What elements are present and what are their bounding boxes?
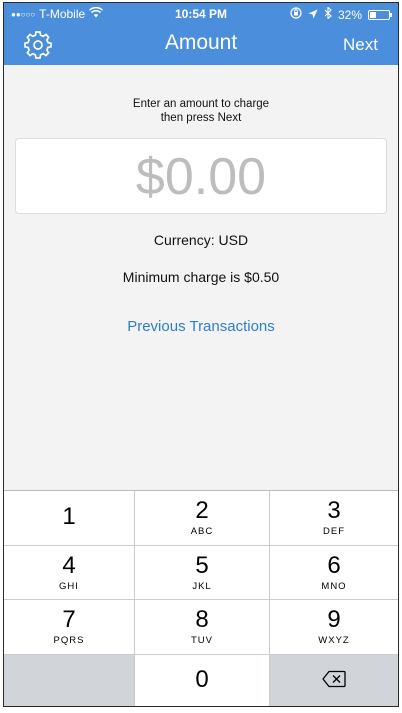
instruction-text: Enter an amount to charge then press Nex… [4, 97, 398, 125]
key-2[interactable]: 2 ABC [135, 491, 269, 545]
status-right: 32% [290, 6, 392, 22]
key-8[interactable]: 8 TUV [135, 600, 269, 654]
key-number: 8 [195, 606, 209, 634]
key-3[interactable]: 3 DEF [270, 491, 398, 545]
battery-icon [368, 9, 392, 20]
page-title: Amount [164, 31, 238, 54]
key-number: 9 [327, 606, 341, 634]
battery-percent: 32% [337, 7, 362, 22]
location-icon [308, 8, 318, 22]
nav-bar: Amount Next [4, 25, 398, 65]
key-letters: GHI [59, 580, 79, 592]
status-bar: ●●○○○ T-Mobile 10:54 PM 32% [4, 3, 398, 25]
key-5[interactable]: 5 JKL [135, 545, 269, 599]
key-letters: MNO [321, 580, 347, 592]
backspace-icon [322, 670, 346, 693]
delete-key[interactable] [270, 654, 398, 706]
numeric-keypad: 1 2 ABC 3 DEF 4 GHI 5 JKL 6 MNO 7 PQRS 8 [4, 490, 398, 706]
key-number: 3 [327, 497, 341, 525]
key-letters: WXYZ [318, 635, 350, 647]
previous-transactions-link[interactable]: Previous Transactions [4, 318, 398, 335]
key-letters: DEF [323, 526, 345, 538]
key-number: 0 [195, 666, 209, 694]
minimum-charge-label: Minimum charge is $0.50 [122, 269, 280, 285]
key-4[interactable]: 4 GHI [4, 545, 134, 599]
key-number: 4 [62, 551, 76, 579]
amount-value: $0.00 [135, 148, 267, 206]
key-number: 5 [195, 551, 209, 579]
key-6[interactable]: 6 MNO [270, 545, 398, 599]
key-number: 7 [62, 606, 76, 634]
instruction-line-1: Enter an amount to charge [132, 98, 270, 110]
currency-label: Currency: USD [153, 232, 249, 248]
amount-field[interactable]: $0.00 [15, 138, 387, 214]
key-1[interactable]: 1 [4, 491, 134, 545]
orientation-lock-icon [290, 7, 302, 22]
key-number: 2 [195, 497, 209, 525]
key-7[interactable]: 7 PQRS [4, 600, 134, 654]
key-letters: JKL [192, 580, 212, 592]
key-number: 6 [327, 551, 341, 579]
bluetooth-icon [324, 6, 332, 22]
phone-screen: ●●○○○ T-Mobile 10:54 PM 32% Amount Next … [3, 2, 399, 707]
next-button[interactable]: Next [343, 35, 378, 55]
key-number: 1 [62, 502, 76, 530]
key-9[interactable]: 9 WXYZ [270, 600, 398, 654]
key-letters: PQRS [53, 635, 85, 647]
instruction-line-2: then press Next [160, 112, 242, 124]
key-letters: ABC [190, 526, 214, 538]
key-blank [4, 654, 134, 706]
battery-level-fill [370, 11, 376, 18]
key-letters: TUV [191, 635, 213, 647]
key-0[interactable]: 0 [135, 654, 269, 706]
